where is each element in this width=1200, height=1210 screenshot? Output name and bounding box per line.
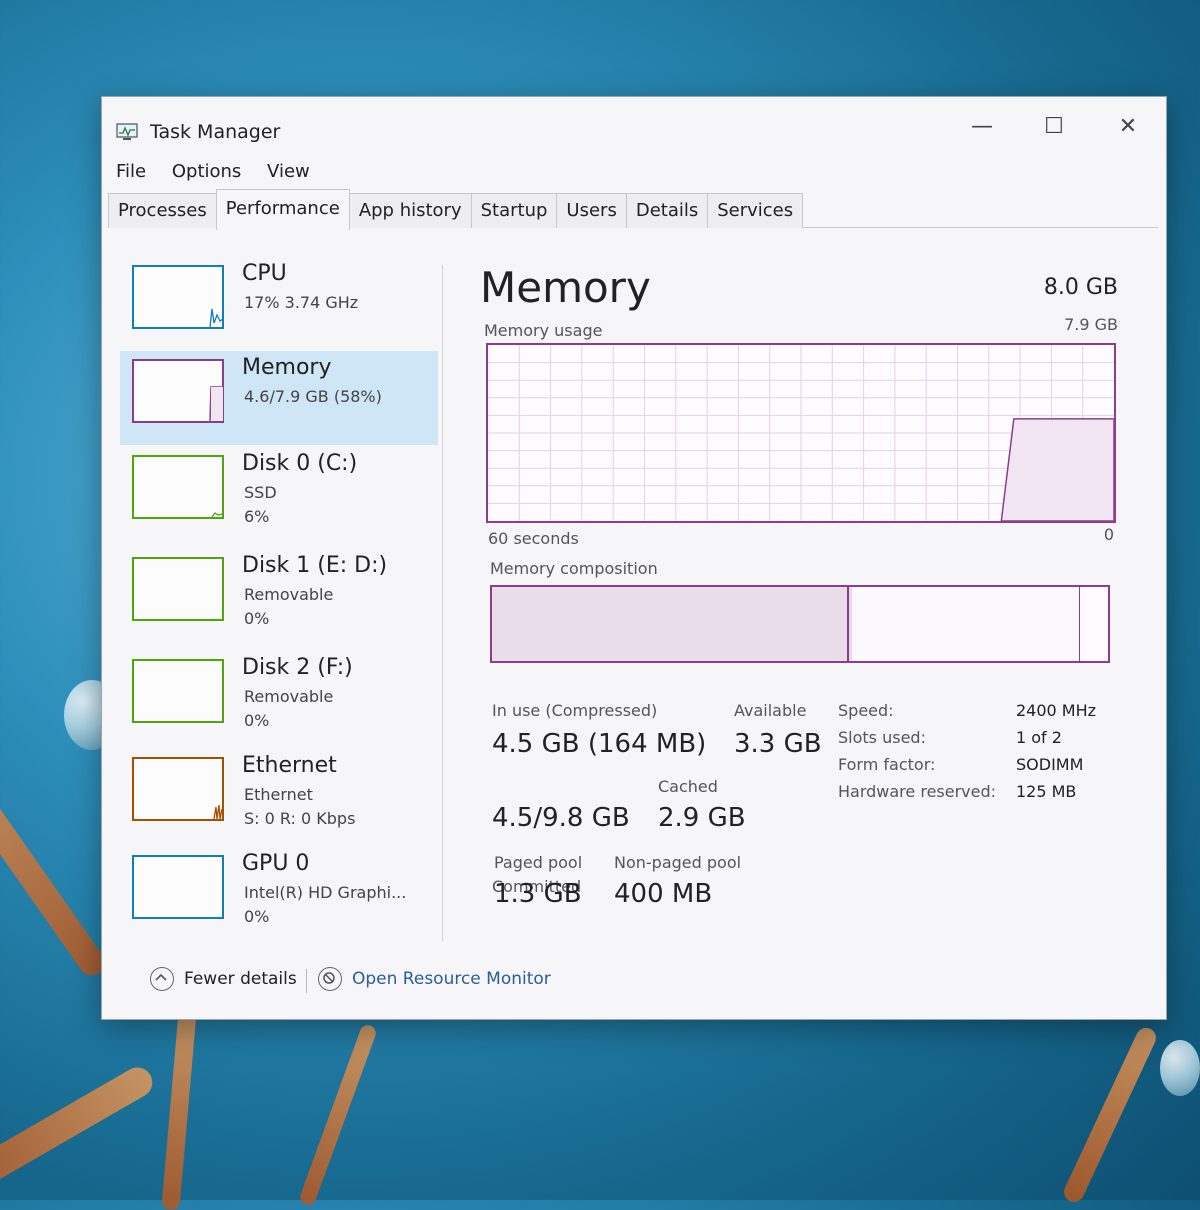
sidebar-item-disk-2[interactable]: Disk 2 (F:) Removable 0%	[120, 651, 438, 745]
speed-value: 2400 MHz	[1016, 701, 1097, 720]
tab-details[interactable]: Details	[625, 193, 709, 228]
available-label: Available	[734, 701, 807, 720]
ethernet-thumbnail-graph	[132, 757, 224, 821]
memory-total: 8.0 GB	[1043, 275, 1118, 300]
wallpaper-droplet	[1160, 1040, 1200, 1096]
slots-used-value: 1 of 2	[1016, 728, 1062, 747]
resource-monitor-icon	[318, 967, 342, 991]
memory-thumbnail-graph	[132, 359, 224, 423]
available-value: 3.3 GB	[734, 729, 822, 759]
menu-options[interactable]: Options	[172, 161, 241, 182]
window-title: Task Manager	[150, 121, 281, 143]
sidebar-item-detail: 4.6/7.9 GB (58%)	[244, 387, 382, 406]
disk0-thumbnail-graph	[132, 455, 224, 519]
memory-usage-graph	[486, 343, 1116, 523]
close-button[interactable]: ✕	[1098, 107, 1158, 147]
committed-value: 4.5/9.8 GB	[492, 803, 630, 833]
sidebar-item-gpu-0[interactable]: GPU 0 Intel(R) HD Graphi... 0%	[120, 847, 438, 941]
tab-startup[interactable]: Startup	[470, 193, 558, 228]
hardware-reserved-label: Hardware reserved:	[838, 782, 997, 801]
memory-composition-bar[interactable]	[490, 585, 1110, 663]
memory-usage-label: Memory usage	[484, 321, 603, 340]
sidebar-item-cpu[interactable]: CPU 17% 3.74 GHz	[120, 257, 438, 351]
sidebar-item-name: Disk 2 (F:)	[242, 655, 353, 680]
tab-processes[interactable]: Processes	[108, 193, 217, 228]
tab-performance[interactable]: Performance	[215, 189, 350, 230]
in-use-label: In use (Compressed)	[492, 701, 658, 720]
sidebar-item-name: GPU 0	[242, 851, 310, 876]
wallpaper-stem	[0, 719, 110, 981]
memory-panel: Memory 8.0 GB Memory usage 7.9 GB 60 sec…	[474, 257, 1154, 957]
tab-users[interactable]: Users	[556, 193, 627, 228]
composition-standby-segment[interactable]	[852, 587, 1081, 661]
sidebar-item-name: Disk 0 (C:)	[242, 451, 358, 476]
paged-pool-label: Paged pool	[494, 853, 583, 872]
sidebar-item-name: CPU	[242, 261, 287, 286]
footer-separator	[306, 969, 307, 993]
sidebar-item-value: 0%	[244, 907, 270, 926]
sidebar-divider	[442, 265, 443, 941]
chevron-up-icon	[150, 967, 174, 991]
sidebar-item-detail: Removable	[244, 585, 334, 604]
performance-sidebar: CPU 17% 3.74 GHz Memory 4.6/7.9 GB (58%)…	[114, 257, 442, 937]
hardware-reserved-value: 125 MB	[1016, 782, 1077, 801]
sidebar-item-value: 0%	[244, 609, 270, 628]
graph-axis-left-label: 60 seconds	[488, 529, 579, 548]
cached-value: 2.9 GB	[658, 803, 746, 833]
task-manager-window: Task Manager — ☐ ✕ File Options View Pro…	[101, 96, 1167, 1020]
sidebar-item-detail: SSD	[244, 483, 277, 502]
slots-used-label: Slots used:	[838, 728, 926, 747]
paged-pool-value: 1.3 GB	[494, 879, 582, 909]
sidebar-item-ethernet[interactable]: Ethernet Ethernet S: 0 R: 0 Kbps	[120, 749, 438, 843]
cpu-thumbnail-graph	[132, 265, 224, 329]
form-factor-value: SODIMM	[1016, 755, 1084, 774]
open-resource-monitor-label: Open Resource Monitor	[352, 969, 551, 989]
sidebar-item-name: Disk 1 (E: D:)	[242, 553, 388, 578]
wallpaper-stem	[297, 1022, 379, 1208]
non-paged-pool-label: Non-paged pool	[614, 853, 742, 872]
form-factor-label: Form factor:	[838, 755, 936, 774]
speed-label: Speed:	[838, 701, 894, 720]
menu-file[interactable]: File	[116, 161, 146, 182]
wallpaper-stem	[0, 1062, 158, 1198]
fewer-details-label: Fewer details	[184, 969, 297, 989]
page-title: Memory	[480, 263, 651, 312]
sidebar-item-value: S: 0 R: 0 Kbps	[244, 809, 356, 828]
sidebar-item-name: Memory	[242, 355, 332, 380]
open-resource-monitor-link[interactable]: Open Resource Monitor	[318, 967, 551, 991]
sidebar-item-detail: Intel(R) HD Graphi...	[244, 883, 407, 902]
fewer-details-link[interactable]: Fewer details	[150, 967, 297, 991]
sidebar-item-value: 0%	[244, 711, 270, 730]
sidebar-item-name: Ethernet	[242, 753, 337, 778]
memory-usage-max: 7.9 GB	[1064, 315, 1118, 334]
graph-axis-right-label: 0	[1103, 525, 1114, 544]
menu-view[interactable]: View	[267, 161, 310, 182]
cached-label: Cached	[658, 777, 718, 796]
sidebar-item-detail: Ethernet	[244, 785, 313, 804]
non-paged-pool-value: 400 MB	[614, 879, 713, 909]
sidebar-item-value: 6%	[244, 507, 270, 526]
sidebar-item-detail: 17% 3.74 GHz	[244, 293, 359, 312]
tab-bar: Processes Performance App history Startu…	[108, 189, 1158, 230]
wallpaper-stem	[1060, 1024, 1160, 1206]
minimize-button[interactable]: —	[952, 107, 1012, 147]
menu-bar: File Options View	[116, 161, 330, 187]
tab-services[interactable]: Services	[707, 193, 804, 228]
sidebar-item-disk-0[interactable]: Disk 0 (C:) SSD 6%	[120, 447, 438, 541]
disk2-thumbnail-graph	[132, 659, 224, 723]
sidebar-item-detail: Removable	[244, 687, 334, 706]
wallpaper-stem	[161, 1009, 197, 1210]
usage-area	[1000, 418, 1114, 521]
sidebar-item-memory[interactable]: Memory 4.6/7.9 GB (58%)	[120, 351, 438, 445]
title-bar[interactable]: Task Manager — ☐ ✕	[102, 97, 1166, 163]
gpu-thumbnail-graph	[132, 855, 224, 919]
memory-composition-label: Memory composition	[490, 559, 658, 578]
composition-in-use-segment[interactable]	[492, 587, 850, 661]
task-manager-icon	[116, 123, 138, 140]
in-use-value: 4.5 GB (164 MB)	[492, 729, 707, 759]
disk1-thumbnail-graph	[132, 557, 224, 621]
maximize-button[interactable]: ☐	[1024, 107, 1084, 147]
tab-app-history[interactable]: App history	[348, 193, 472, 228]
sidebar-item-disk-1[interactable]: Disk 1 (E: D:) Removable 0%	[120, 549, 438, 643]
